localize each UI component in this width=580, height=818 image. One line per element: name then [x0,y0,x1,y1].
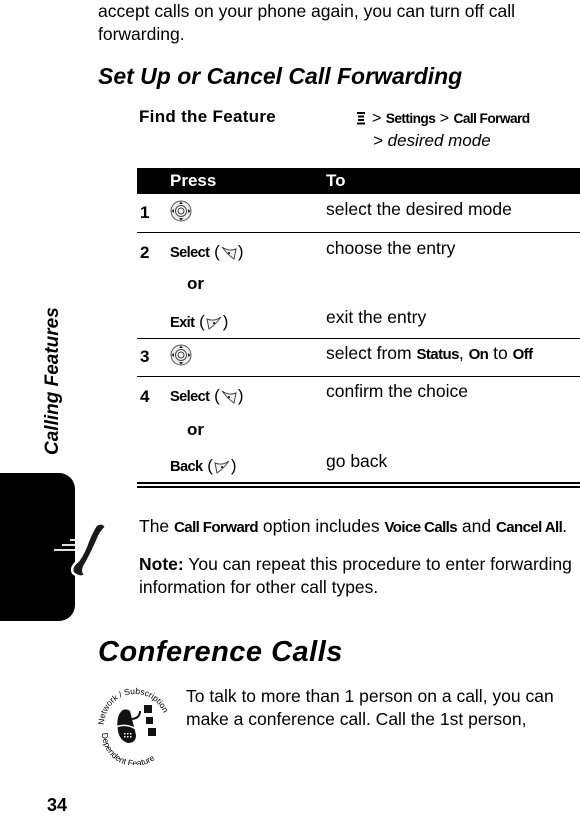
header-to: To [326,171,346,190]
network-subscription-feature-icon: Network / Subscription Dependent Feature [96,686,171,765]
table-header: Press To [137,168,580,194]
find-feature-label: Find the Feature [139,107,277,126]
repeat-procedure-note: Note: You can repeat this procedure to e… [139,554,572,597]
menu-item-call-forward: Call Forward [453,111,531,126]
left-soft-key-icon [206,316,222,330]
note-label: Note: [139,554,184,574]
header-press: Press [170,171,217,190]
table-row: 3 select from Status, On to Off [137,339,580,377]
intro-paragraph: accept calls on your phone again, you ca… [98,1,516,44]
menu-key-icon [357,112,365,125]
nav-key-icon [170,200,192,222]
table-end-rule [137,486,580,488]
back-softkey-label: Back [170,459,203,475]
conference-calls-paragraph: To talk to more than 1 person on a call,… [186,686,554,729]
right-soft-key-icon [221,246,237,260]
select-softkey-label: Select [170,389,210,405]
left-soft-key-icon [214,460,230,474]
table-row: 4 Select () confirm the choice or Back (… [140,381,469,475]
page-number: 34 [47,795,68,815]
table-row: 2 Select () choose the entry or Exit () … [137,233,580,339]
exit-softkey-label: Exit [170,315,195,331]
phone-handset-icon [54,522,108,578]
conference-calls-title: Conference Calls [98,636,343,668]
option-on: On [468,346,489,363]
option-status: Status [416,346,459,363]
term-voice-calls: Voice Calls [384,519,458,536]
path-desired-mode: > desired mode [373,131,491,150]
find-feature-path: > Settings > Call Forward > desired mode [356,108,530,152]
right-soft-key-icon [221,390,237,404]
term-cancel-all: Cancel All [495,519,563,536]
option-off: Off [512,346,534,363]
select-softkey-label: Select [170,245,210,261]
menu-item-settings: Settings [385,111,436,126]
call-forward-options-note: The Call Forward option includes Voice C… [139,516,568,536]
nav-key-icon [170,344,192,366]
table-row: 1 select the desired mode [137,194,580,233]
section-title: Set Up or Cancel Call Forwarding [98,63,463,89]
term-call-forward: Call Forward [174,519,259,536]
steps-table: Press To 1 select the desired mode 2 Sel… [137,168,580,488]
chapter-tab-label: Calling Features [42,307,63,455]
